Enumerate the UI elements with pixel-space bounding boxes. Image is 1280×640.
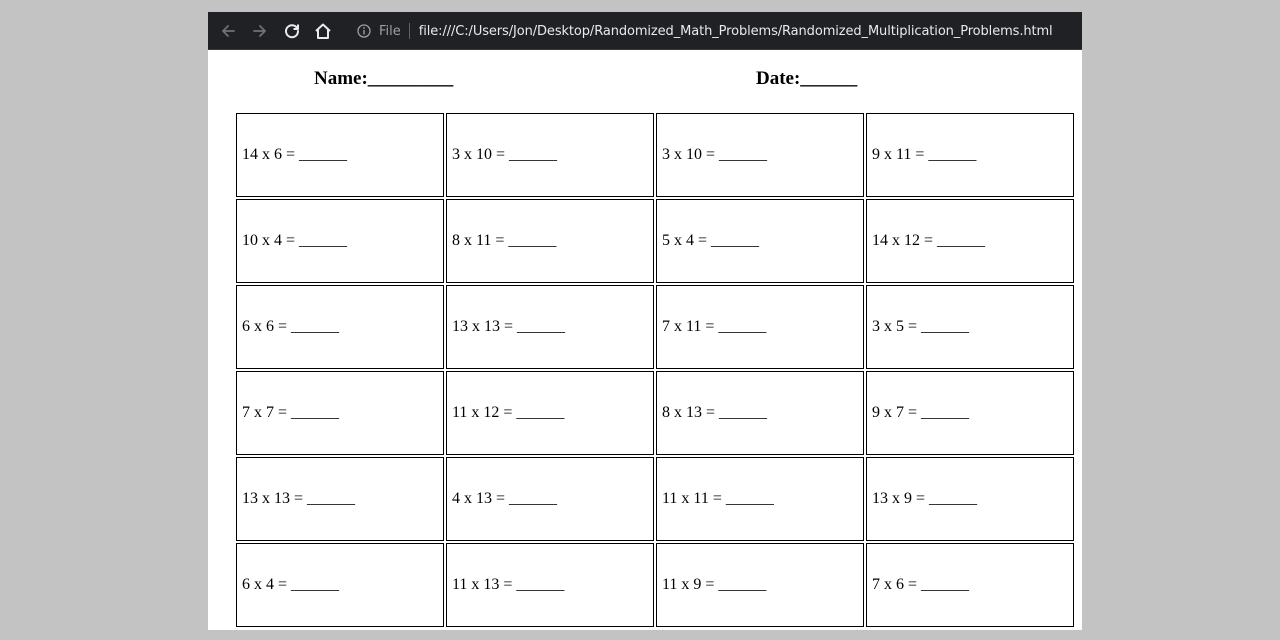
problem-cell: 4 x 13 = ______: [446, 457, 654, 541]
problem-cell: 11 x 11 = ______: [656, 457, 864, 541]
problems-table: 14 x 6 = ______ 3 x 10 = ______ 3 x 10 =…: [234, 111, 1076, 629]
problem-cell: 11 x 13 = ______: [446, 543, 654, 627]
table-row: 13 x 13 = ______ 4 x 13 = ______ 11 x 11…: [236, 457, 1074, 541]
problem-cell: 8 x 13 = ______: [656, 371, 864, 455]
browser-toolbar: File file:///C:/Users/Jon/Desktop/Random…: [208, 12, 1082, 50]
date-label: Date:______: [756, 68, 858, 89]
problem-cell: 11 x 12 = ______: [446, 371, 654, 455]
problem-cell: 9 x 7 = ______: [866, 371, 1074, 455]
reload-button[interactable]: [280, 20, 304, 42]
browser-window: File file:///C:/Users/Jon/Desktop/Random…: [208, 12, 1082, 630]
problem-cell: 9 x 11 = ______: [866, 113, 1074, 197]
problem-cell: 14 x 12 = ______: [866, 199, 1074, 283]
table-row: 14 x 6 = ______ 3 x 10 = ______ 3 x 10 =…: [236, 113, 1074, 197]
info-icon[interactable]: [356, 23, 372, 39]
problem-cell: 7 x 7 = ______: [236, 371, 444, 455]
address-bar[interactable]: File file:///C:/Users/Jon/Desktop/Random…: [346, 17, 1074, 45]
problem-cell: 13 x 9 = ______: [866, 457, 1074, 541]
problem-cell: 5 x 4 = ______: [656, 199, 864, 283]
home-icon: [315, 23, 331, 39]
problem-cell: 13 x 13 = ______: [236, 457, 444, 541]
problem-cell: 11 x 9 = ______: [656, 543, 864, 627]
problem-cell: 8 x 11 = ______: [446, 199, 654, 283]
problem-cell: 13 x 13 = ______: [446, 285, 654, 369]
problem-cell: 3 x 5 = ______: [866, 285, 1074, 369]
table-row: 6 x 6 = ______ 13 x 13 = ______ 7 x 11 =…: [236, 285, 1074, 369]
problem-cell: 6 x 6 = ______: [236, 285, 444, 369]
forward-button[interactable]: [248, 20, 272, 42]
forward-arrow-icon: [253, 25, 266, 37]
reload-icon: [285, 24, 300, 39]
problem-cell: 7 x 6 = ______: [866, 543, 1074, 627]
name-label: Name:_________: [314, 68, 454, 89]
table-row: 10 x 4 = ______ 8 x 11 = ______ 5 x 4 = …: [236, 199, 1074, 283]
table-row: 6 x 4 = ______ 11 x 13 = ______ 11 x 9 =…: [236, 543, 1074, 627]
back-button[interactable]: [216, 20, 240, 42]
table-row: 7 x 7 = ______ 11 x 12 = ______ 8 x 13 =…: [236, 371, 1074, 455]
problem-cell: 10 x 4 = ______: [236, 199, 444, 283]
problem-cell: 3 x 10 = ______: [656, 113, 864, 197]
problem-cell: 14 x 6 = ______: [236, 113, 444, 197]
url-text[interactable]: file:///C:/Users/Jon/Desktop/Randomized_…: [419, 24, 1053, 39]
home-button[interactable]: [311, 20, 335, 42]
scheme-label: File: [379, 23, 401, 39]
problem-cell: 7 x 11 = ______: [656, 285, 864, 369]
back-arrow-icon: [222, 25, 235, 37]
problem-cell: 3 x 10 = ______: [446, 113, 654, 197]
address-separator: [408, 23, 410, 39]
problem-cell: 6 x 4 = ______: [236, 543, 444, 627]
worksheet-page: Name:_________ Date:______ 14 x 6 = ____…: [208, 50, 1082, 630]
